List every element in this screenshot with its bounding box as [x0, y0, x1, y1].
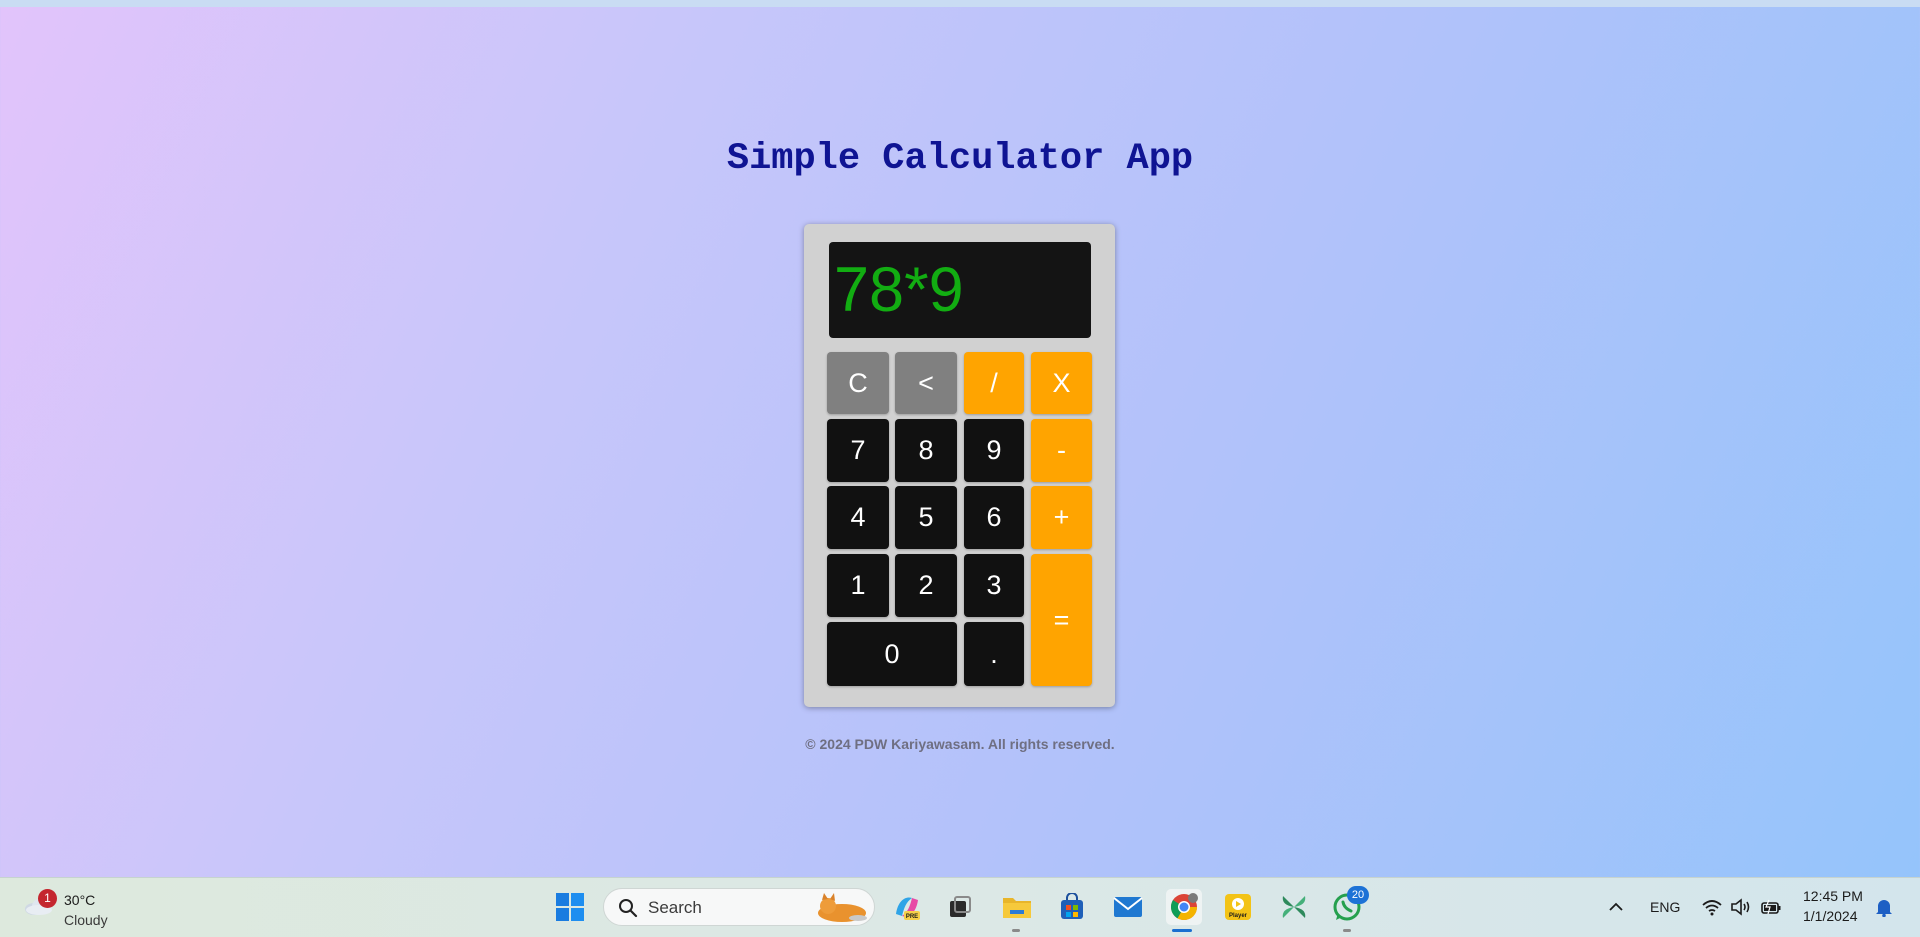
digit-8-button[interactable]: 8 — [895, 419, 957, 482]
notifications-button[interactable] — [1870, 891, 1898, 923]
whatsapp-notification-badge: 20 — [1347, 886, 1369, 904]
calculator: 78*9 C < / X 7 8 9 - 4 5 6 + 1 2 3 = 0 . — [804, 224, 1115, 707]
clear-button[interactable]: C — [827, 352, 889, 414]
battery-status[interactable] — [1757, 891, 1785, 923]
page-title: Simple Calculator App — [726, 138, 1194, 180]
digit-3-button[interactable]: 3 — [964, 554, 1024, 617]
svg-text:Player: Player — [1229, 913, 1248, 919]
clock-time[interactable]: 12:45 PM — [1803, 888, 1863, 904]
folder-icon — [1003, 898, 1031, 918]
calculator-display: 78*9 — [829, 242, 1091, 338]
taskbar-search-box[interactable]: Search — [603, 888, 875, 926]
search-highlight-cat-icon — [818, 893, 867, 922]
chrome-active-indicator — [1172, 929, 1192, 932]
equals-button[interactable]: = — [1031, 554, 1092, 686]
store-bag-icon — [1061, 893, 1083, 919]
speaker-icon — [1731, 898, 1750, 916]
bell-icon — [1876, 900, 1892, 917]
copilot-app-icon[interactable]: PRE — [891, 891, 923, 923]
wifi-icon — [1702, 900, 1722, 916]
mail-app-icon[interactable] — [1112, 891, 1144, 923]
digit-1-button[interactable]: 1 — [827, 554, 889, 617]
footer-copyright: © 2024 PDW Kariyawasam. All rights reser… — [805, 736, 1115, 752]
weather-temperature: 30°C — [64, 892, 96, 908]
green-app-icon[interactable] — [1278, 891, 1310, 923]
wifi-status[interactable] — [1698, 891, 1726, 923]
taskbar: 1 30°C Cloudy Search PRE Player 20 ENG 1… — [0, 877, 1920, 937]
start-button[interactable] — [554, 891, 586, 923]
show-hidden-icons-button[interactable] — [1601, 891, 1631, 923]
chrome-app-icon[interactable] — [1166, 889, 1202, 925]
search-label: Search — [648, 898, 702, 917]
clock-date[interactable]: 1/1/2024 — [1803, 908, 1858, 924]
whatsapp-running-indicator — [1343, 929, 1351, 932]
chevron-up-icon — [1609, 902, 1623, 911]
weather-alert-badge: 1 — [38, 889, 57, 908]
volume-status[interactable] — [1727, 891, 1755, 923]
digit-9-button[interactable]: 9 — [964, 419, 1024, 482]
digit-5-button[interactable]: 5 — [895, 486, 957, 549]
file-explorer-app-icon[interactable] — [1001, 891, 1033, 923]
leaf-app-icon — [1282, 896, 1306, 918]
search-icon — [619, 899, 638, 918]
task-view-icon — [950, 896, 971, 917]
browser-top-strip — [0, 0, 1920, 7]
multiply-button[interactable]: X — [1031, 352, 1092, 414]
svg-text:PRE: PRE — [906, 914, 918, 920]
digit-6-button[interactable]: 6 — [964, 486, 1024, 549]
weather-condition: Cloudy — [64, 912, 108, 928]
microsoft-store-app-icon[interactable] — [1056, 891, 1088, 923]
backspace-button[interactable]: < — [895, 352, 957, 414]
mail-icon — [1113, 897, 1143, 917]
player-icon: Player — [1225, 894, 1251, 920]
copilot-icon: PRE — [896, 897, 920, 920]
divide-button[interactable]: / — [964, 352, 1024, 414]
chrome-icon — [1170, 893, 1198, 921]
battery-icon — [1761, 899, 1781, 915]
windows-logo-icon — [556, 893, 584, 921]
file-explorer-running-indicator — [1012, 929, 1020, 932]
digit-2-button[interactable]: 2 — [895, 554, 957, 617]
language-indicator[interactable]: ENG — [1650, 899, 1680, 915]
plus-button[interactable]: + — [1031, 486, 1092, 549]
minus-button[interactable]: - — [1031, 419, 1092, 482]
player-app-icon[interactable]: Player — [1222, 891, 1254, 923]
digit-0-button[interactable]: 0 — [827, 622, 957, 686]
task-view-button[interactable] — [944, 891, 976, 923]
digit-7-button[interactable]: 7 — [827, 419, 889, 482]
decimal-button[interactable]: . — [964, 622, 1024, 686]
digit-4-button[interactable]: 4 — [827, 486, 889, 549]
